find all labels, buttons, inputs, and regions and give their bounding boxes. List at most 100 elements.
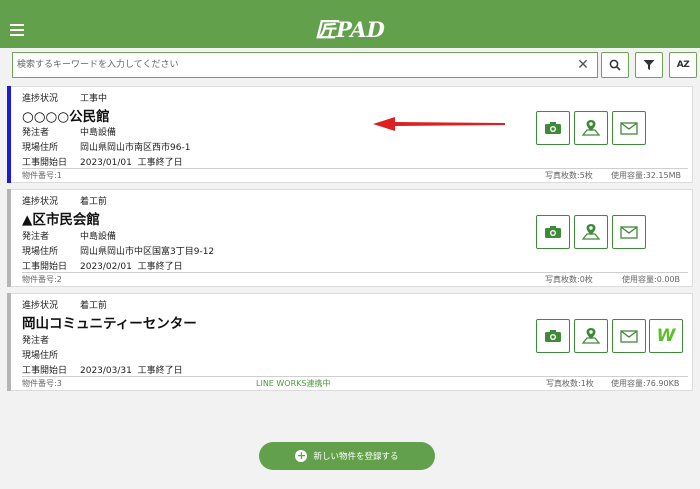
register-property-button[interactable]: + 新しい物件を登録する: [259, 442, 435, 470]
address-row: 現場住所: [22, 348, 80, 361]
photo-count-label: 写真枚数:: [545, 275, 580, 284]
camera-icon: [545, 122, 561, 134]
mail-icon: [620, 225, 638, 239]
progress-label: 進捗状況: [22, 94, 59, 104]
photo-count-label: 写真枚数:: [546, 379, 581, 388]
start-date-label: 工事開始日: [22, 366, 68, 376]
date-row: 工事開始日 2023/03/31 工事終了日: [22, 363, 183, 376]
search-input[interactable]: [17, 55, 572, 75]
mail-icon: [620, 329, 638, 343]
add-circle-icon: +: [295, 449, 308, 462]
sort-button[interactable]: AZ: [669, 52, 697, 78]
photo-count: 写真枚数:1枚: [546, 378, 594, 389]
photo-count: 写真枚数:0枚: [545, 274, 593, 285]
photo-count-value: 1枚: [580, 379, 594, 388]
property-card[interactable]: 進捗状況 工事中 ○○○○公民館 発注者 中島設備 現場住所 岡山県岡山市南区西市96…: [7, 86, 693, 183]
filter-button[interactable]: [635, 52, 663, 78]
status-value: 工事中: [80, 94, 108, 104]
camera-button[interactable]: [536, 111, 570, 145]
status-accent-bar: [7, 189, 11, 287]
property-number: 物件番号:1: [22, 170, 62, 181]
start-date-value: 2023/03/31: [80, 366, 132, 376]
property-number-label: 物件番号:: [22, 275, 57, 284]
search-box: ✕: [12, 52, 598, 78]
address-row: 現場住所 岡山県岡山市中区国富3丁目9-12: [22, 244, 214, 257]
date-row: 工事開始日 2023/02/01 工事終了日: [22, 259, 183, 272]
end-date-label: 工事終了日: [137, 366, 183, 376]
usage: 使用容量:32.15MB: [611, 170, 681, 181]
map-pin-icon: [581, 224, 601, 240]
property-name: 岡山コミュニティーセンター: [22, 316, 197, 332]
property-card[interactable]: 進捗状況 着工前 岡山コミュニティーセンター 発注者 現場住所 工事開始日 2023…: [7, 293, 693, 391]
progress-label: 進捗状況: [22, 197, 59, 207]
divider: [22, 376, 688, 377]
line-works-button[interactable]: W: [649, 319, 683, 353]
usage-value: 76.90KB: [645, 379, 680, 388]
mail-button[interactable]: [612, 111, 646, 145]
end-date-label: 工事終了日: [137, 262, 183, 272]
map-pin-icon: [581, 328, 601, 344]
divider: [22, 272, 688, 273]
usage-label: 使用容量:: [611, 379, 646, 388]
usage-value: 32.15MB: [645, 171, 681, 180]
orderer-row: 発注者 中島設備: [22, 229, 116, 242]
orderer-row: 発注者: [22, 333, 80, 346]
map-button[interactable]: [574, 319, 608, 353]
start-date-label: 工事開始日: [22, 158, 68, 168]
property-number: 物件番号:3: [22, 378, 62, 389]
property-number-value: 1: [56, 171, 62, 180]
property-card[interactable]: 進捗状況 着工前 ▲区市民会館 発注者 中島設備 現場住所 岡山県岡山市中区国富3丁目…: [7, 189, 693, 287]
status-value: 着工前: [80, 301, 108, 311]
map-button[interactable]: [574, 215, 608, 249]
search-icon: [609, 59, 621, 71]
app-title: 匠PAD: [315, 17, 385, 42]
address-value: 岡山県岡山市南区西市96-1: [80, 143, 191, 153]
usage-label: 使用容量:: [622, 275, 657, 284]
annotation-arrow-icon: [373, 117, 505, 131]
photo-count-value: 0枚: [579, 275, 593, 284]
search-button[interactable]: [601, 52, 629, 78]
sort-az-icon: AZ: [676, 60, 690, 70]
map-pin-icon: [581, 120, 601, 136]
line-works-status: LINE WORKS連携中: [256, 379, 331, 388]
orderer-label: 発注者: [22, 128, 50, 138]
mail-button[interactable]: [612, 215, 646, 249]
property-number: 物件番号:2: [22, 274, 62, 285]
app-bar: 匠PAD: [0, 0, 700, 48]
mail-icon: [620, 121, 638, 135]
status-accent-bar: [7, 293, 11, 391]
property-number-label: 物件番号:: [22, 379, 57, 388]
orderer-value: 中島設備: [80, 128, 117, 138]
address-value: 岡山県岡山市中区国富3丁目9-12: [80, 247, 215, 257]
clear-icon[interactable]: ✕: [575, 57, 591, 73]
progress-row: 進捗状況 着工前: [22, 298, 107, 311]
mail-button[interactable]: [612, 319, 646, 353]
property-name: ▲区市民会館: [22, 212, 100, 228]
address-label: 現場住所: [22, 247, 59, 257]
camera-button[interactable]: [536, 319, 570, 353]
property-name: ○○○○公民館: [22, 109, 110, 125]
camera-icon: [545, 226, 561, 238]
filter-icon: [643, 60, 655, 70]
end-date-label: 工事終了日: [137, 158, 183, 168]
photo-count: 写真枚数:5枚: [545, 170, 593, 181]
progress-row: 進捗状況 着工前: [22, 194, 107, 207]
start-date-label: 工事開始日: [22, 262, 68, 272]
usage-label: 使用容量:: [611, 171, 646, 180]
progress-row: 進捗状況 工事中: [22, 91, 107, 104]
map-button[interactable]: [574, 111, 608, 145]
photo-count-value: 5枚: [579, 171, 593, 180]
address-label: 現場住所: [22, 351, 59, 361]
progress-label: 進捗状況: [22, 301, 59, 311]
status-accent-bar: [7, 86, 11, 183]
camera-button[interactable]: [536, 215, 570, 249]
address-label: 現場住所: [22, 143, 59, 153]
address-row: 現場住所 岡山県岡山市南区西市96-1: [22, 140, 190, 153]
search-toolbar: ✕ AZ: [0, 48, 700, 84]
usage-value: 0.00B: [656, 275, 681, 284]
start-date-value: 2023/01/01: [80, 158, 132, 168]
line-works-icon: W: [656, 326, 676, 346]
divider: [22, 168, 688, 169]
status-value: 着工前: [80, 197, 108, 207]
orderer-label: 発注者: [22, 336, 50, 346]
